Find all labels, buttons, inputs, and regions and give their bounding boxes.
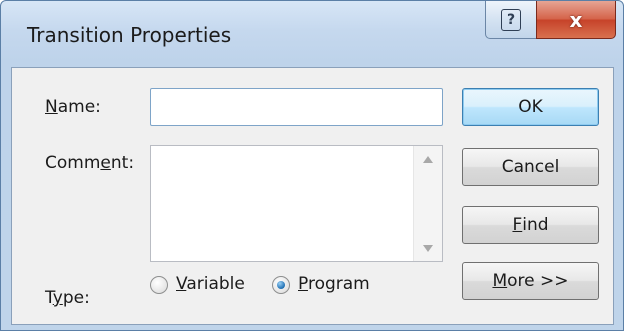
radio-program-label[interactable]: Program <box>298 274 370 294</box>
comment-label: Comment: <box>45 153 135 173</box>
comment-input[interactable] <box>151 146 413 261</box>
ok-button[interactable]: OK <box>462 88 599 126</box>
dialog-window: Transition Properties ? x Name: Comment: <box>0 0 624 331</box>
radio-variable-label[interactable]: Variable <box>176 274 245 294</box>
radio-variable[interactable] <box>150 276 168 294</box>
window-title: Transition Properties <box>27 23 232 47</box>
cancel-button[interactable]: Cancel <box>462 148 599 186</box>
radio-selected-dot <box>277 281 285 289</box>
scroll-up-arrow-icon <box>423 155 433 163</box>
radio-program[interactable] <box>272 276 290 294</box>
question-mark-icon: ? <box>501 8 521 31</box>
comment-box <box>150 145 443 262</box>
type-label: Type: <box>45 288 90 308</box>
name-label: Name: <box>45 97 101 117</box>
comment-scrollbar[interactable] <box>413 146 442 261</box>
title-bar[interactable]: Transition Properties ? x <box>1 1 623 67</box>
scroll-down-arrow-icon <box>423 244 433 252</box>
find-button[interactable]: Find <box>462 206 599 244</box>
close-button[interactable]: x <box>536 1 616 39</box>
dialog-body: Name: Comment: Type: Variable Program OK… <box>11 67 614 325</box>
scroll-down-button[interactable] <box>414 237 442 259</box>
help-button[interactable]: ? <box>485 1 537 39</box>
scroll-up-button[interactable] <box>414 148 442 170</box>
more-button[interactable]: More >> <box>462 262 599 300</box>
close-icon: x <box>569 7 583 32</box>
name-input[interactable] <box>150 88 443 126</box>
